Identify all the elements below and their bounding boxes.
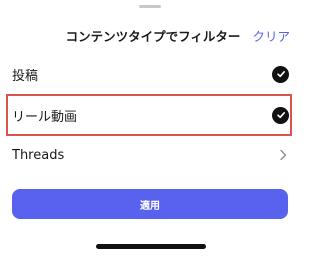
option-reels[interactable]: リール動画 — [10, 98, 292, 132]
option-label: Threads — [12, 147, 65, 163]
sheet-header: コンテンツタイプでフィルター クリア — [0, 22, 300, 48]
check-circle-icon — [272, 106, 289, 124]
chevron-right-icon — [277, 148, 289, 162]
apply-button[interactable]: 適用 — [12, 189, 288, 219]
option-label: 投稿 — [12, 68, 39, 84]
sheet-title: コンテンツタイプでフィルター — [65, 29, 241, 44]
option-label: リール動画 — [12, 109, 78, 125]
home-indicator — [96, 244, 206, 249]
clear-button[interactable]: クリア — [252, 26, 290, 45]
option-threads[interactable]: Threads — [10, 138, 292, 172]
sheet-grabber-handle[interactable] — [139, 5, 161, 8]
option-posts[interactable]: 投稿 — [10, 57, 292, 91]
filter-bottom-sheet: コンテンツタイプでフィルター クリア 投稿 リール動画 Threads 適用 — [0, 0, 300, 257]
check-circle-icon — [272, 65, 289, 83]
